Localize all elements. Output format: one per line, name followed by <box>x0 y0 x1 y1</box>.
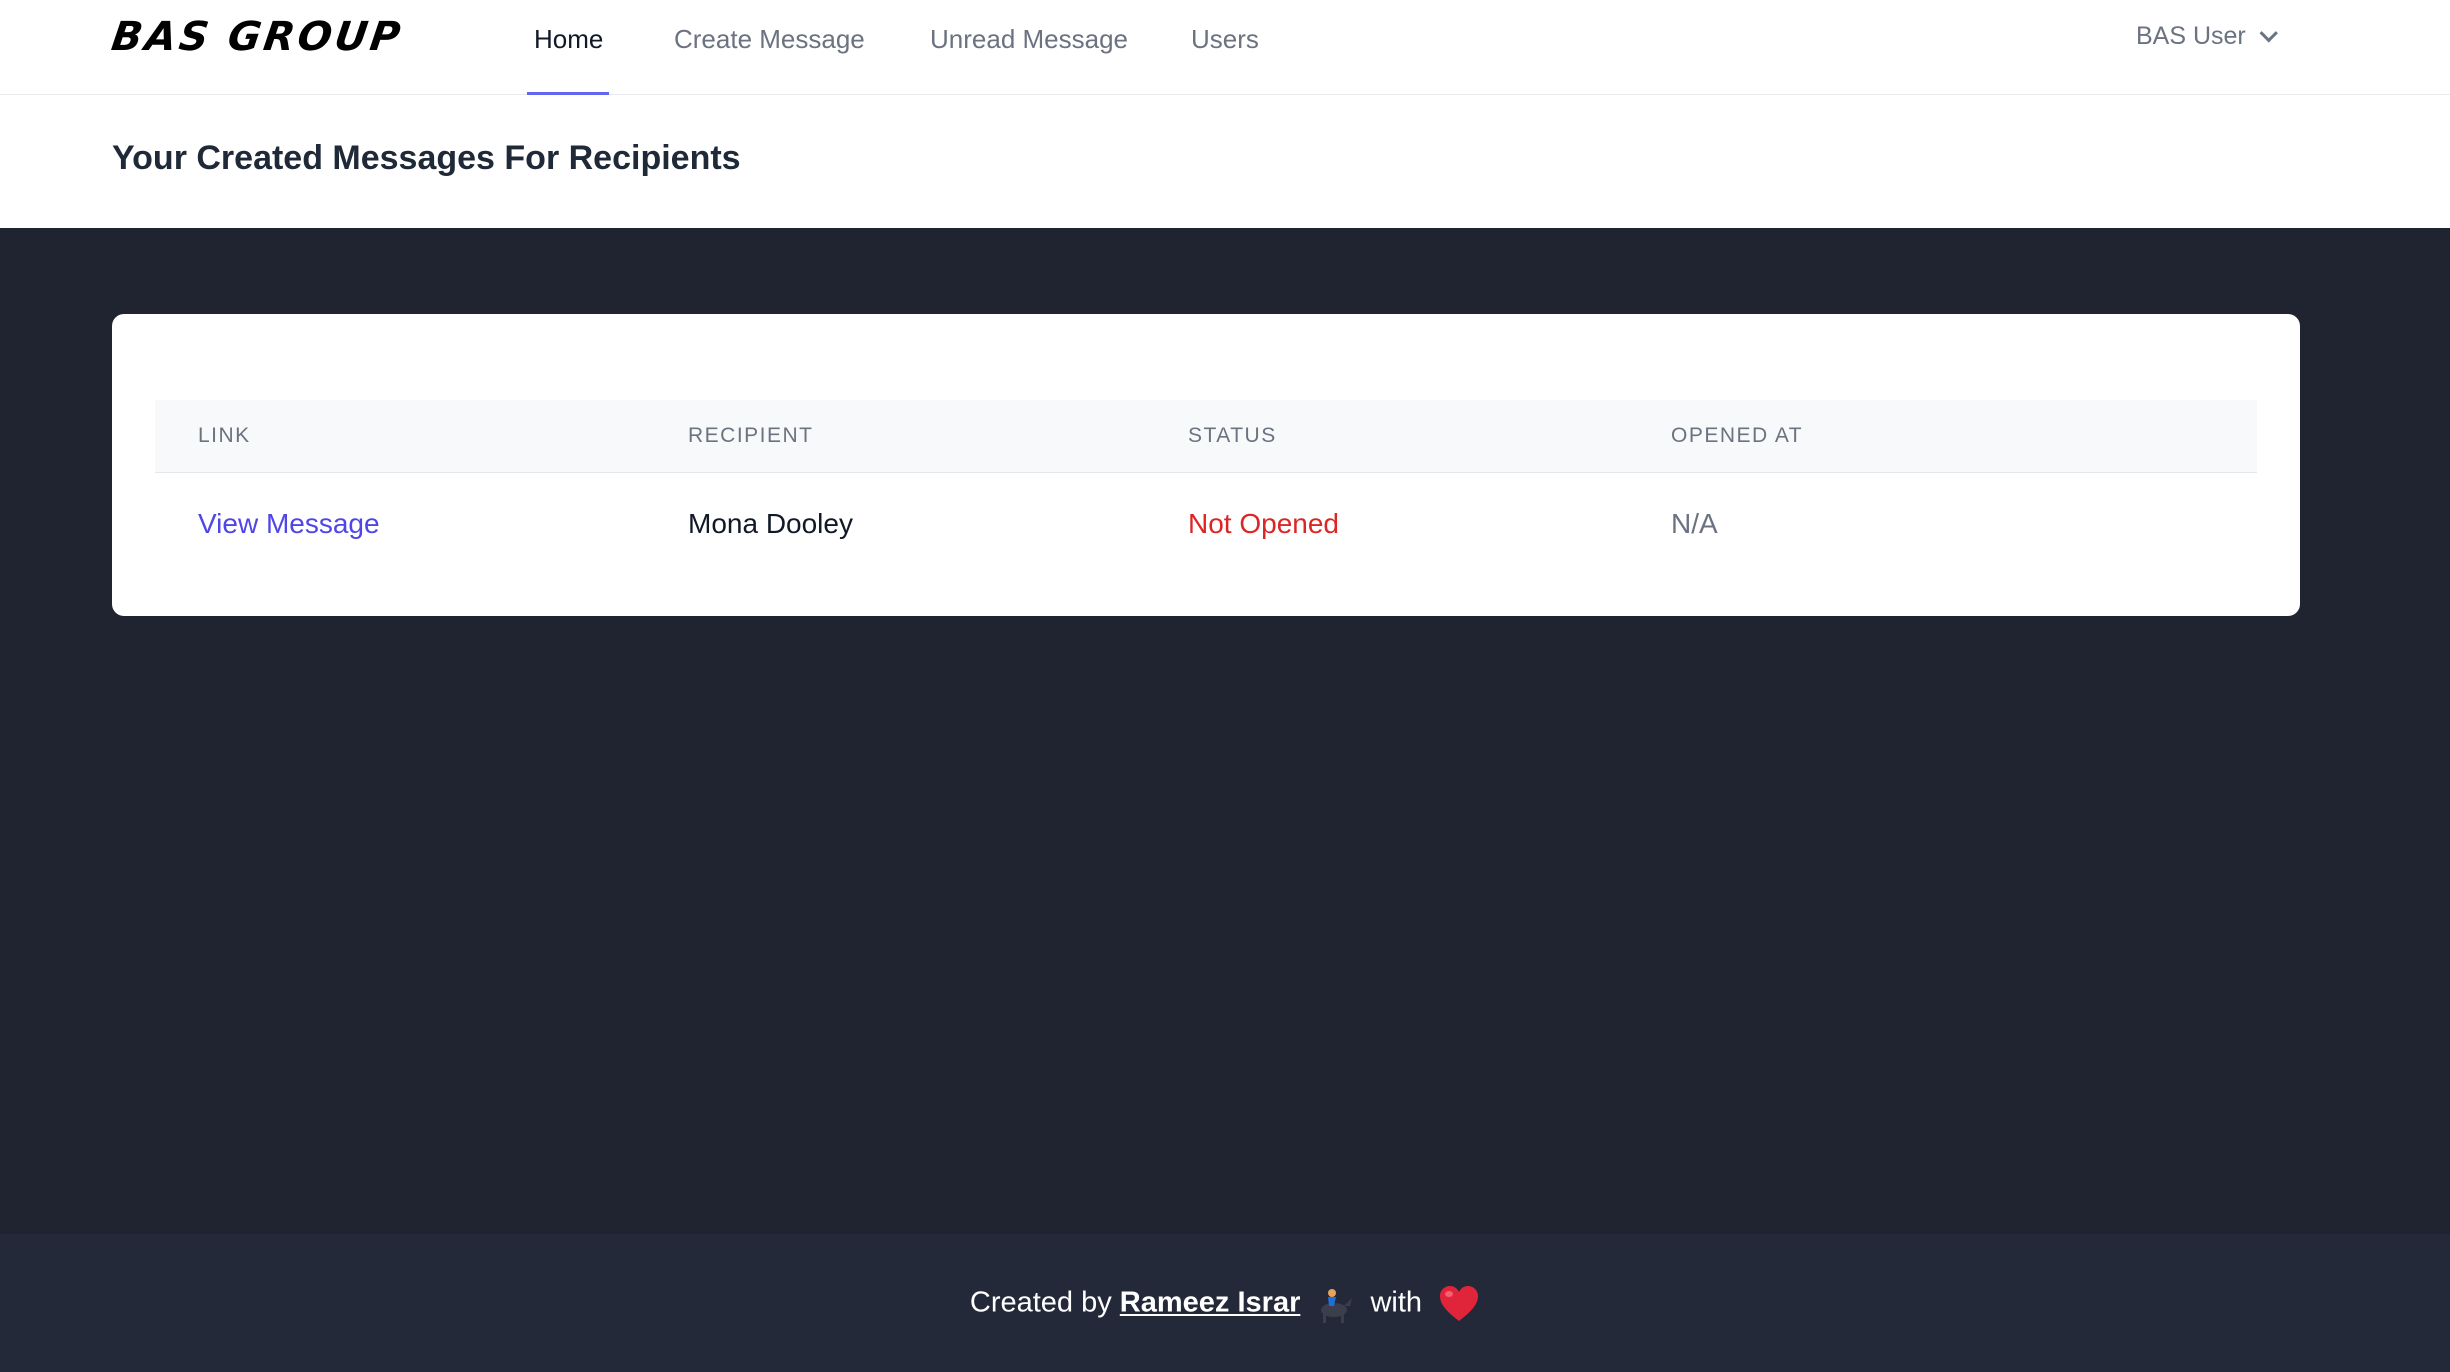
footer-prefix: Created by <box>969 1286 1112 1319</box>
brand-logo[interactable]: BAS GROUP <box>109 14 406 60</box>
view-message-link[interactable]: View Message <box>198 508 380 539</box>
nav-create-message[interactable]: Create Message <box>674 24 865 55</box>
page-header: Your Created Messages For Recipients <box>0 95 2450 228</box>
author-link[interactable]: Rameez Israr <box>1120 1287 1301 1319</box>
cell-opened-at: N/A <box>1671 508 1718 539</box>
column-header-recipient: RECIPIENT <box>688 400 1188 473</box>
heart-icon <box>1438 1284 1480 1324</box>
footer-with: with <box>1370 1286 1423 1319</box>
column-header-link: LINK <box>155 400 688 473</box>
footer: Created by Rameez Israr with <box>0 1234 2450 1372</box>
messages-table: LINK RECIPIENT STATUS OPENED AT View Mes… <box>155 400 2257 575</box>
nav-home[interactable]: Home <box>534 24 603 55</box>
user-menu-dropdown[interactable]: BAS User <box>2136 22 2278 51</box>
table-header-row: LINK RECIPIENT STATUS OPENED AT <box>155 400 2257 473</box>
chevron-down-icon <box>2259 24 2278 43</box>
column-header-status: STATUS <box>1188 400 1671 473</box>
top-navigation: BAS GROUP Home Create Message Unread Mes… <box>0 0 2450 95</box>
nav-unread-message[interactable]: Unread Message <box>930 24 1128 55</box>
nav-users[interactable]: Users <box>1191 24 1259 55</box>
cell-recipient: Mona Dooley <box>688 508 853 539</box>
messages-card: LINK RECIPIENT STATUS OPENED AT View Mes… <box>112 314 2300 616</box>
status-badge: Not Opened <box>1188 508 1339 539</box>
footer-credit: Created by Rameez Israr with <box>0 1284 2450 1324</box>
cell-link: View Message <box>155 473 688 576</box>
user-menu-label: BAS User <box>2136 22 2246 50</box>
column-header-opened-at: OPENED AT <box>1671 400 2257 473</box>
horse-racing-icon <box>1314 1284 1354 1324</box>
page-title: Your Created Messages For Recipients <box>112 139 741 177</box>
table-row: View Message Mona Dooley Not Opened N/A <box>155 473 2257 576</box>
